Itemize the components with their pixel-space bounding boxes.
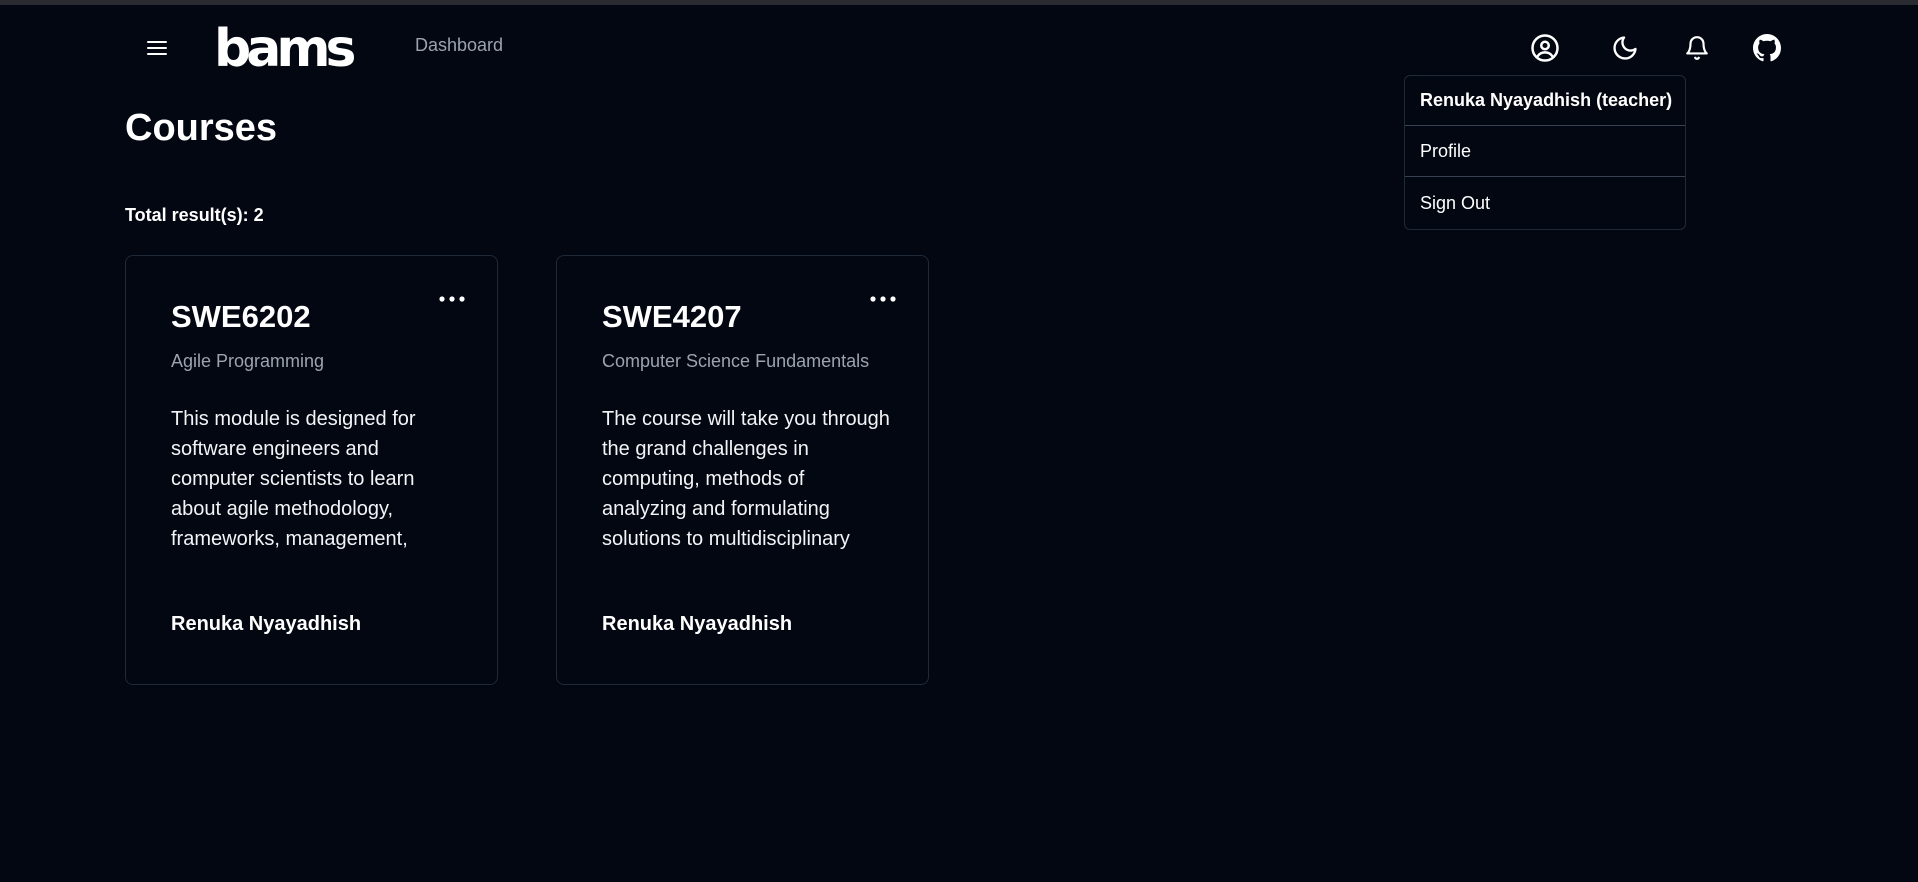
- menu-item-sign-out[interactable]: Sign Out: [1405, 178, 1685, 228]
- course-name: Computer Science Fundamentals: [602, 351, 870, 371]
- menu-icon[interactable]: [140, 31, 174, 65]
- more-options-icon[interactable]: [868, 290, 898, 308]
- more-options-icon[interactable]: [437, 290, 467, 308]
- user-menu-header: Renuka Nyayadhish (teacher): [1405, 76, 1685, 126]
- bell-icon[interactable]: [1679, 30, 1715, 66]
- course-teacher: Renuka Nyayadhish: [602, 613, 793, 635]
- github-icon[interactable]: [1749, 30, 1785, 66]
- menu-item-profile[interactable]: Profile: [1405, 127, 1685, 177]
- course-code: SWE4207: [602, 299, 742, 334]
- moon-icon[interactable]: [1607, 30, 1643, 66]
- nav-link-dashboard[interactable]: Dashboard: [415, 35, 503, 56]
- result-count: Total result(s): 2: [125, 205, 264, 225]
- course-description: This module is designed for software eng…: [171, 408, 416, 550]
- course-card[interactable]: SWE6202 Agile Programming This module is…: [125, 255, 498, 685]
- user-circle-icon[interactable]: [1527, 30, 1563, 66]
- course-card[interactable]: SWE4207 Computer Science Fundamentals Th…: [556, 255, 929, 685]
- top-navbar: bams Dashboard: [0, 5, 1918, 85]
- app-logo[interactable]: bams: [214, 21, 356, 77]
- course-name: Agile Programming: [171, 351, 325, 371]
- page-title: Courses: [125, 107, 278, 149]
- user-dropdown-menu: Renuka Nyayadhish (teacher) Profile Sign…: [1404, 75, 1686, 230]
- course-teacher: Renuka Nyayadhish: [171, 613, 362, 635]
- course-code: SWE6202: [171, 299, 311, 334]
- course-description: The course will take you through the gra…: [602, 408, 890, 550]
